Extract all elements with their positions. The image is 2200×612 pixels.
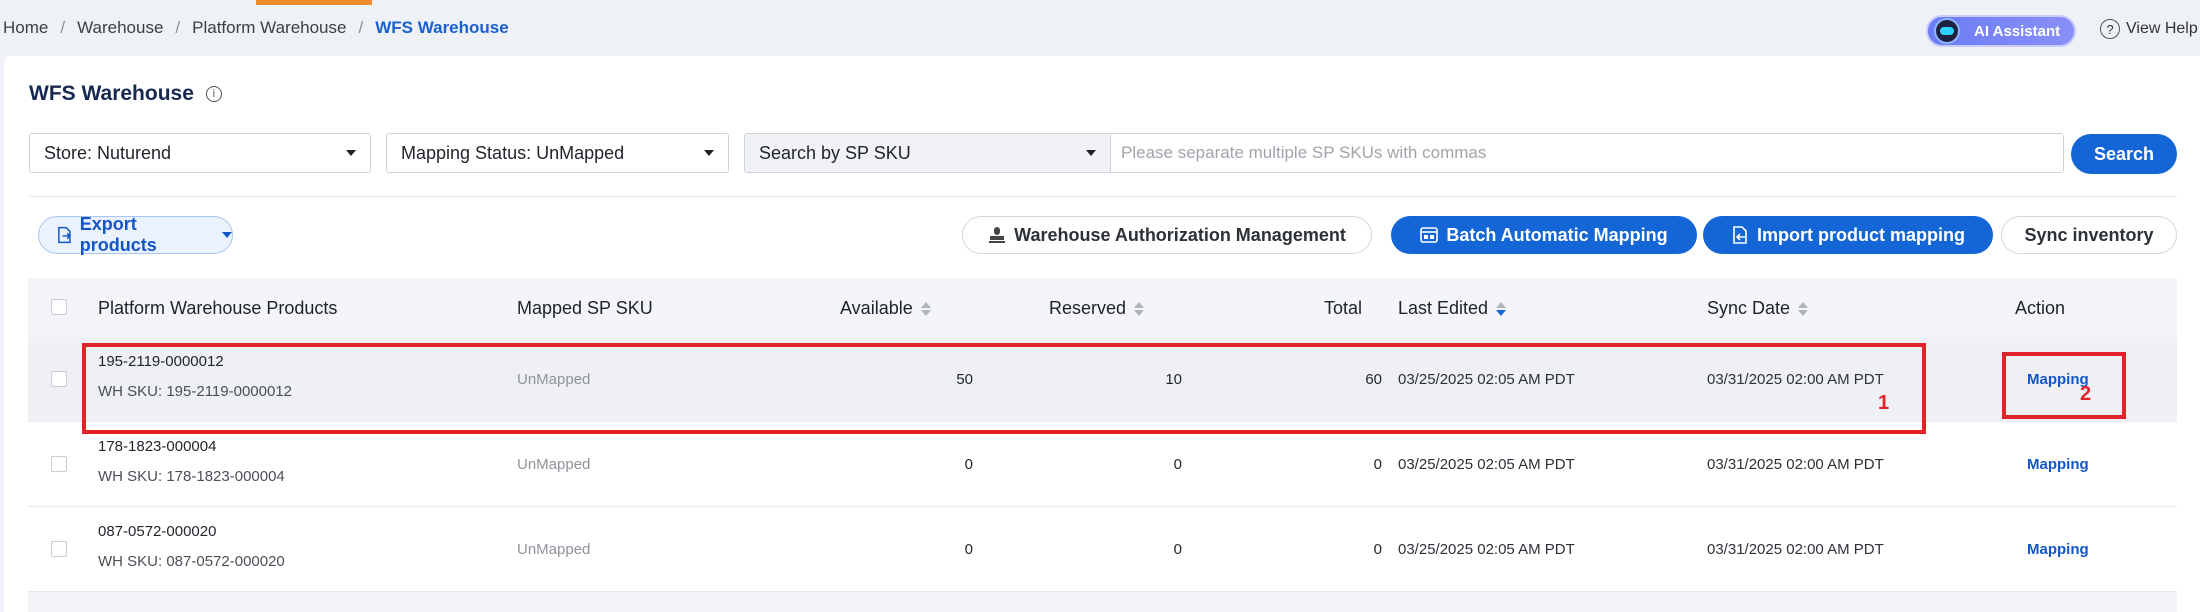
batch-automatic-mapping-button[interactable]: Batch Automatic Mapping	[1391, 216, 1697, 254]
mapping-status-value: Mapping Status: UnMapped	[401, 142, 625, 163]
stamp-icon	[989, 227, 1006, 243]
annotation-label-1: 1	[1878, 392, 1890, 414]
chevron-down-icon	[222, 232, 232, 238]
total-value: 0	[1373, 456, 1382, 473]
mapping-link[interactable]: Mapping	[2027, 456, 2089, 473]
sync-inventory-button[interactable]: Sync inventory	[2001, 216, 2177, 254]
wh-sku: WH SKU: 178-1823-000004	[98, 468, 285, 485]
products-table: Platform Warehouse Products Mapped SP SK…	[28, 278, 2177, 612]
sync-inventory-label: Sync inventory	[2024, 224, 2154, 245]
top-bar: Home / Warehouse / Platform Warehouse / …	[0, 0, 2200, 56]
mapping-status-select[interactable]: Mapping Status: UnMapped	[386, 133, 729, 173]
product-sku: 087-0572-000020	[98, 523, 217, 540]
breadcrumb: Home / Warehouse / Platform Warehouse / …	[3, 18, 509, 38]
breadcrumb-platform-warehouse[interactable]: Platform Warehouse	[192, 18, 346, 38]
page-title-text: WFS Warehouse	[29, 82, 194, 105]
header-mapped-sku: Mapped SP SKU	[517, 298, 653, 318]
chevron-down-icon	[1086, 150, 1096, 156]
main-panel: WFS Warehouse i Store: Nuturend Mapping …	[4, 56, 2200, 612]
header-sync-date[interactable]: Sync Date	[1707, 298, 1809, 319]
search-type-value: Search by SP SKU	[759, 142, 911, 163]
available-value: 0	[964, 541, 973, 558]
product-sku: 178-1823-000004	[98, 438, 217, 455]
mapped-sku: UnMapped	[517, 456, 591, 473]
info-icon[interactable]: i	[205, 86, 222, 102]
import-product-mapping-button[interactable]: Import product mapping	[1703, 216, 1993, 254]
breadcrumb-current: WFS Warehouse	[375, 18, 509, 37]
sort-icon	[1134, 301, 1145, 316]
mapped-sku: UnMapped	[517, 541, 591, 558]
ai-assistant-icon	[1934, 18, 1960, 44]
view-help-label: View Help	[2126, 20, 2198, 37]
breadcrumb-separator: /	[175, 18, 181, 37]
store-select-value: Store: Nuturend	[44, 142, 172, 163]
warehouse-authorization-button[interactable]: Warehouse Authorization Management	[962, 216, 1372, 254]
sync-date-value: 03/31/2025 02:00 AM PDT	[1707, 541, 1884, 558]
help-icon: ?	[2100, 19, 2120, 39]
last-edited-value: 03/25/2025 02:05 AM PDT	[1398, 541, 1575, 558]
table-header: Platform Warehouse Products Mapped SP SK…	[28, 278, 2177, 337]
breadcrumb-separator: /	[358, 18, 364, 37]
breadcrumb-home[interactable]: Home	[3, 18, 48, 38]
search-button[interactable]: Search	[2071, 134, 2177, 174]
search-group: Search by SP SKU	[744, 133, 2064, 173]
sort-icon	[1496, 301, 1507, 316]
batch-automatic-mapping-label: Batch Automatic Mapping	[1446, 224, 1668, 245]
sync-date-value: 03/31/2025 02:00 AM PDT	[1707, 456, 1884, 473]
row-checkbox[interactable]	[51, 456, 67, 472]
warehouse-authorization-label: Warehouse Authorization Management	[1014, 224, 1346, 245]
mapping-link[interactable]: Mapping	[2027, 541, 2089, 558]
store-select[interactable]: Store: Nuturend	[29, 133, 371, 173]
divider	[29, 196, 2177, 197]
wh-sku: WH SKU: 087-0572-000020	[98, 553, 285, 570]
chevron-down-icon	[704, 150, 714, 156]
last-edited-value: 03/25/2025 02:05 AM PDT	[1398, 456, 1575, 473]
table-row: 087-0572-000020 WH SKU: 087-0572-000020 …	[28, 507, 2177, 592]
export-products-button[interactable]: Export products	[38, 214, 233, 255]
ai-assistant-label: AI Assistant	[1974, 22, 2061, 40]
view-help-link[interactable]: ? View Help	[2100, 19, 2198, 39]
reserved-value: 0	[1173, 456, 1182, 473]
export-products-label: Export products	[79, 214, 157, 255]
row-checkbox[interactable]	[51, 371, 67, 387]
import-icon	[1733, 226, 1747, 244]
breadcrumb-separator: /	[60, 18, 66, 37]
table-row: 178-1823-000004 WH SKU: 178-1823-000004 …	[28, 422, 2177, 507]
sort-icon	[920, 301, 931, 316]
page-title: WFS Warehouse i	[29, 82, 222, 106]
search-input[interactable]	[1111, 134, 2063, 172]
header-available[interactable]: Available	[840, 298, 931, 319]
sort-icon	[1798, 301, 1809, 316]
available-value: 0	[964, 456, 973, 473]
table-row-partial	[28, 592, 2177, 612]
header-product: Platform Warehouse Products	[98, 298, 338, 318]
batch-mapping-icon	[1420, 227, 1439, 243]
annotation-label-2: 2	[2080, 383, 2092, 405]
header-last-edited[interactable]: Last Edited	[1398, 298, 1507, 319]
search-type-select[interactable]: Search by SP SKU	[745, 134, 1111, 172]
import-product-mapping-label: Import product mapping	[1757, 224, 1965, 245]
row-checkbox[interactable]	[51, 541, 67, 557]
annotation-box-2	[2002, 352, 2126, 419]
header-total: Total	[1324, 298, 1363, 318]
reserved-value: 0	[1173, 541, 1182, 558]
ai-assistant-button[interactable]: AI Assistant	[1926, 15, 2076, 47]
total-value: 0	[1373, 541, 1382, 558]
select-all-checkbox[interactable]	[51, 299, 67, 315]
breadcrumb-warehouse[interactable]: Warehouse	[77, 18, 163, 38]
header-reserved[interactable]: Reserved	[1049, 298, 1145, 319]
annotation-box-1	[82, 343, 1926, 434]
export-icon	[58, 226, 71, 244]
chevron-down-icon	[346, 150, 356, 156]
header-action: Action	[2015, 298, 2066, 318]
